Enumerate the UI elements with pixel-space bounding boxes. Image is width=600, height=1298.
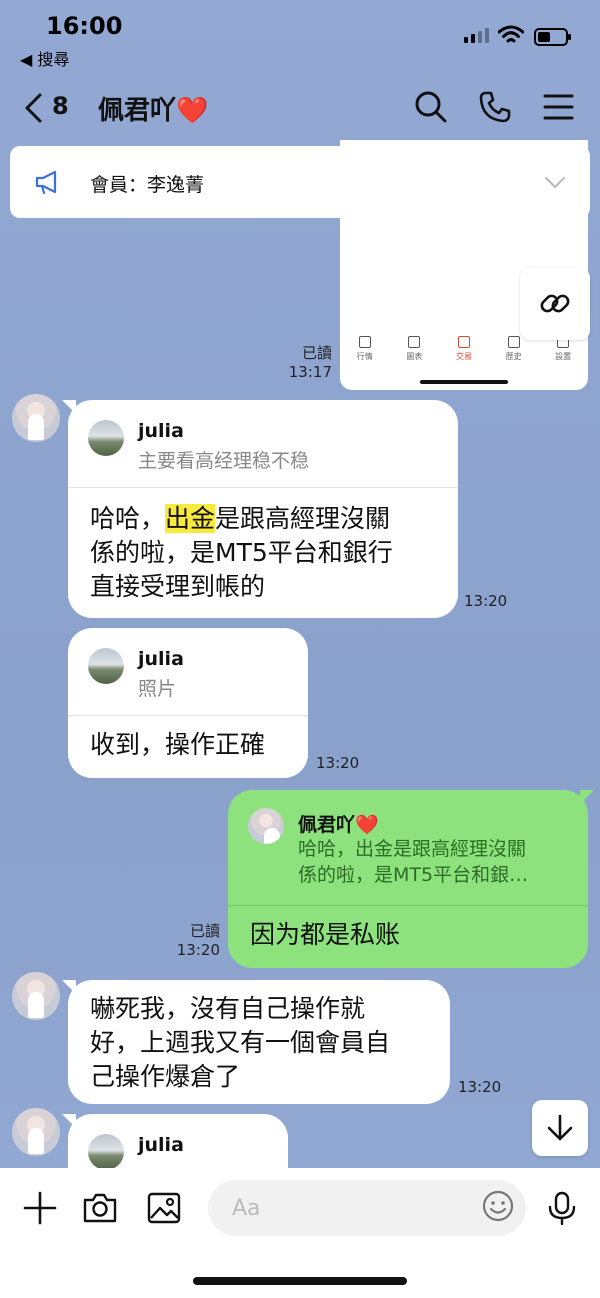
screenshot-tab: 歷史 xyxy=(494,336,534,372)
quoted-message[interactable]: julia 主要看高经理稳不稳 xyxy=(68,400,458,488)
quote-text: 照片 xyxy=(138,678,177,700)
unread-count[interactable]: 8 xyxy=(52,92,69,120)
message-text: 收到，操作正確 xyxy=(90,730,266,759)
megaphone-icon xyxy=(35,170,57,195)
avatar[interactable] xyxy=(12,1108,60,1156)
cellular-signal-icon xyxy=(464,28,489,43)
scroll-to-bottom-button[interactable] xyxy=(532,1100,588,1156)
home-indicator xyxy=(193,1277,407,1285)
screenshot-tab: 交易 xyxy=(444,336,484,372)
message-time: 13:20 xyxy=(316,754,360,772)
quote-sender: julia xyxy=(138,648,184,670)
message-time: 13:20 xyxy=(464,592,508,610)
plus-icon[interactable] xyxy=(22,1190,58,1226)
quote-sender: 佩君吖❤️ xyxy=(298,814,379,836)
screenshot-tabbar: 行情 圖表 交易 歷史 設置 xyxy=(340,336,588,372)
quote-sender: julia xyxy=(138,1134,184,1156)
reply-bubble[interactable]: julia 主要看高经理稳不稳 哈哈，出金是跟高經理沒關 係的啦，是MT5平台和… xyxy=(62,400,458,618)
message-text: 哈哈，出金是跟高經理沒關 係的啦，是MT5平台和銀行 直接受理到帳的 xyxy=(90,504,393,601)
message-time: 13:20 xyxy=(458,1078,502,1096)
status-bar: 16:00 ◀ 搜尋 xyxy=(0,0,600,80)
quoted-message[interactable]: 佩君吖❤️ 哈哈，出金是跟高經理沒關 係的啦，是MT5平台和銀… xyxy=(228,790,588,906)
emoji-icon[interactable] xyxy=(482,1190,514,1222)
chat-title: 佩君吖❤️ xyxy=(98,96,209,126)
message-time: 13:17 xyxy=(288,363,332,381)
highlighted-keyword: 出金 xyxy=(165,504,216,533)
message-bubble[interactable]: 嚇死我，沒有自己操作就 好，上週我又有一個會員自 己操作爆倉了 xyxy=(62,980,450,1104)
link-icon xyxy=(540,294,570,313)
chevron-down-icon[interactable] xyxy=(544,172,566,192)
camera-icon[interactable] xyxy=(82,1190,118,1226)
message-text: 嚇死我，沒有自己操作就 好，上週我又有一個會員自 己操作爆倉了 xyxy=(90,994,391,1091)
read-receipt: 已讀 xyxy=(189,922,220,940)
outgoing-reply-bubble[interactable]: 佩君吖❤️ 哈哈，出金是跟高經理沒關 係的啦，是MT5平台和銀… 因为都是私账 xyxy=(228,790,594,968)
message-time: 13:20 xyxy=(176,941,220,959)
avatar[interactable] xyxy=(12,394,60,442)
quote-thumbnail xyxy=(88,1134,124,1170)
microphone-icon[interactable] xyxy=(544,1190,580,1226)
back-to-app-link[interactable]: ◀ 搜尋 xyxy=(20,46,69,70)
screenshot-tab: 設置 xyxy=(543,336,583,372)
read-receipt: 已讀 xyxy=(301,344,332,362)
reply-bubble[interactable]: julia 照片 收到，操作正確 xyxy=(68,628,308,778)
quote-text: 主要看高经理稳不稳 xyxy=(138,450,310,472)
battery-icon xyxy=(534,28,571,46)
message-meta: 已讀 13:20 xyxy=(166,922,220,960)
image-gallery-icon[interactable] xyxy=(146,1190,182,1226)
phone-call-icon[interactable] xyxy=(478,90,512,124)
search-icon[interactable] xyxy=(414,90,448,124)
wifi-icon xyxy=(498,25,524,43)
status-time: 16:00 xyxy=(46,12,123,40)
quote-sender: julia xyxy=(138,420,184,442)
message-text: 因为都是私账 xyxy=(250,920,401,949)
menu-icon[interactable] xyxy=(542,90,576,124)
avatar[interactable] xyxy=(12,972,60,1020)
quoted-message[interactable]: julia 照片 xyxy=(68,628,308,716)
screenshot-home-indicator xyxy=(420,380,508,384)
message-input[interactable] xyxy=(208,1180,526,1236)
chat-header: 8 佩君吖❤️ xyxy=(0,80,600,136)
screenshot-tab: 圖表 xyxy=(394,336,434,372)
message-meta: 已讀 13:17 xyxy=(282,344,332,382)
back-chevron-icon[interactable] xyxy=(22,92,46,124)
quote-avatar xyxy=(248,808,284,844)
quote-text: 哈哈，出金是跟高經理沒關 係的啦，是MT5平台和銀… xyxy=(298,838,529,886)
quote-thumbnail xyxy=(88,420,124,456)
arrow-down-icon xyxy=(547,1114,573,1141)
share-link-button[interactable] xyxy=(520,268,590,340)
screenshot-tab: 行情 xyxy=(345,336,385,372)
pinned-announcement[interactable]: 會員：李逸菁 xyxy=(10,146,590,218)
announcement-text: 會員：李逸菁 xyxy=(90,174,205,196)
quote-thumbnail xyxy=(88,648,124,684)
